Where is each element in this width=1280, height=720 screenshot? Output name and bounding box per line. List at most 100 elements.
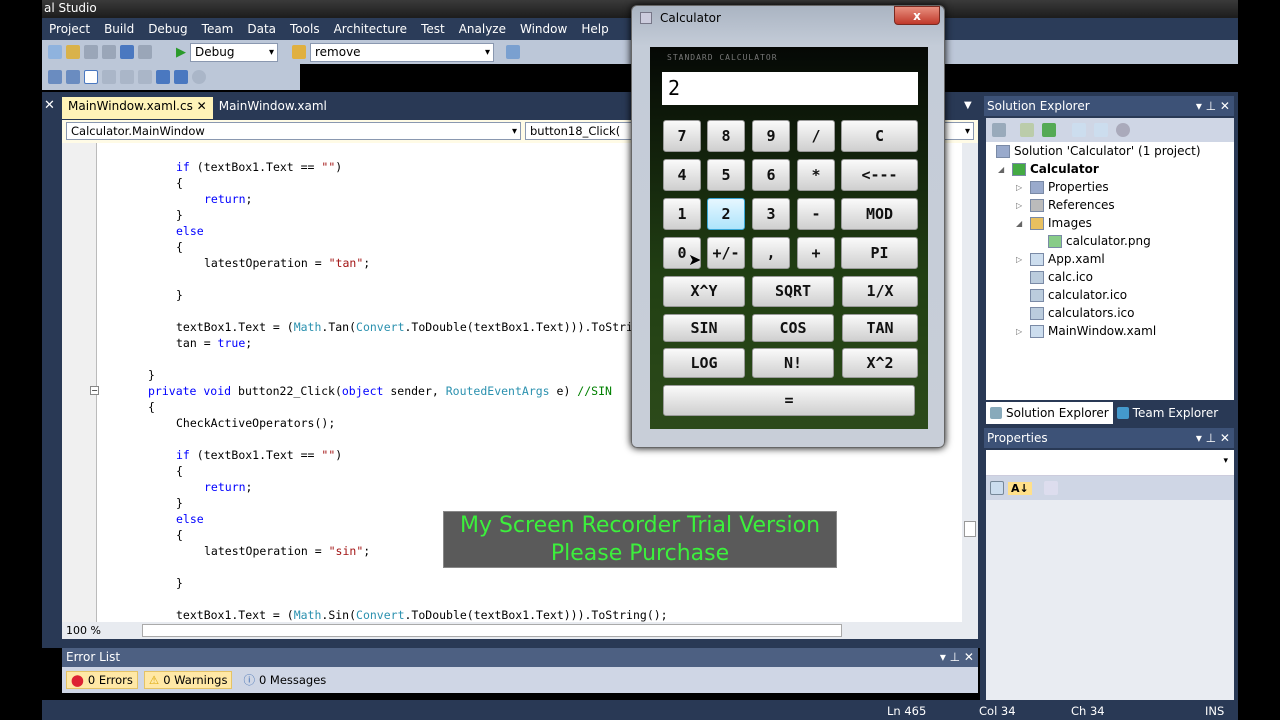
- expander-icon[interactable]: ▷: [1016, 201, 1026, 210]
- comment-icon[interactable]: [66, 70, 80, 84]
- calc-key[interactable]: 9: [752, 120, 790, 152]
- menu-tools[interactable]: Tools: [283, 22, 327, 36]
- pane-controls[interactable]: ▾ ⊥ ✕: [1196, 96, 1230, 116]
- navigate-forward-icon[interactable]: [138, 45, 152, 59]
- tab-mainwindow-xaml-cs[interactable]: MainWindow.xaml.cs ✕: [62, 97, 213, 119]
- paste-icon[interactable]: [66, 45, 80, 59]
- menu-data[interactable]: Data: [240, 22, 283, 36]
- menu-debug[interactable]: Debug: [141, 22, 194, 36]
- indent-right-icon[interactable]: [174, 70, 188, 84]
- tree-item[interactable]: calculator.png: [1034, 234, 1151, 248]
- calc-key[interactable]: 5: [707, 159, 745, 191]
- calc-key[interactable]: N!: [752, 348, 834, 378]
- class-combo[interactable]: Calculator.MainWindow: [66, 122, 521, 140]
- errors-filter-button[interactable]: ⬤ 0 Errors: [66, 671, 138, 689]
- menu-architecture[interactable]: Architecture: [327, 22, 414, 36]
- hscroll-thumb[interactable]: [142, 624, 842, 637]
- expander-icon[interactable]: ▷: [1016, 327, 1026, 336]
- calc-key[interactable]: SIN: [663, 314, 745, 342]
- expander-icon[interactable]: ◢: [998, 165, 1008, 174]
- menu-test[interactable]: Test: [414, 22, 452, 36]
- redo-icon[interactable]: [102, 45, 116, 59]
- tab-mainwindow-xaml[interactable]: MainWindow.xaml: [213, 97, 333, 119]
- properties-object-combo[interactable]: ▾: [986, 450, 1234, 476]
- tree-item[interactable]: ◢ Calculator: [998, 162, 1099, 176]
- calc-key[interactable]: 2: [707, 198, 745, 230]
- calc-key[interactable]: 1: [663, 198, 701, 230]
- find-combo[interactable]: remove: [310, 42, 494, 62]
- calc-key[interactable]: 4: [663, 159, 701, 191]
- calc-key[interactable]: TAN: [842, 314, 918, 342]
- alphabetical-icon[interactable]: A↓: [1008, 481, 1032, 495]
- vertical-scrollbar[interactable]: [962, 143, 978, 622]
- tree-item[interactable]: ◢ Images: [1016, 216, 1092, 230]
- close-tab-icon[interactable]: ✕: [197, 99, 207, 113]
- calc-key[interactable]: <---: [841, 159, 918, 191]
- zoom-level[interactable]: 100 %: [62, 624, 122, 637]
- calc-key[interactable]: +: [797, 237, 835, 269]
- menu-help[interactable]: Help: [574, 22, 615, 36]
- calc-key[interactable]: *: [797, 159, 835, 191]
- scroll-thumb[interactable]: [964, 521, 976, 537]
- messages-filter-button[interactable]: ⓘ 0 Messages: [238, 670, 331, 690]
- view-designer-icon[interactable]: [1094, 123, 1108, 137]
- tree-item[interactable]: calculator.ico: [1016, 288, 1127, 302]
- menu-build[interactable]: Build: [97, 22, 141, 36]
- refresh-icon[interactable]: [1042, 123, 1056, 137]
- close-icon[interactable]: ✕: [44, 98, 55, 113]
- tree-item[interactable]: calc.ico: [1016, 270, 1093, 284]
- calc-key[interactable]: 3: [752, 198, 790, 230]
- calc-key[interactable]: 6: [752, 159, 790, 191]
- calc-key[interactable]: =: [663, 385, 915, 416]
- calculator-display[interactable]: 2: [662, 72, 918, 105]
- menu-window[interactable]: Window: [513, 22, 574, 36]
- calc-key[interactable]: X^2: [842, 348, 918, 378]
- calc-key[interactable]: PI: [841, 237, 918, 269]
- calc-key[interactable]: SQRT: [752, 276, 834, 307]
- property-pages-icon[interactable]: [1043, 481, 1058, 495]
- pane-controls[interactable]: ▾ ⊥ ✕: [940, 648, 974, 667]
- tree-item[interactable]: Solution 'Calculator' (1 project): [996, 144, 1201, 158]
- tree-item[interactable]: ▷ References: [1016, 198, 1115, 212]
- pane-controls[interactable]: ▾ ⊥ ✕: [1196, 428, 1230, 448]
- find-icon[interactable]: [192, 70, 206, 84]
- tree-item[interactable]: ▷ App.xaml: [1016, 252, 1105, 266]
- calc-key[interactable]: MOD: [841, 198, 918, 230]
- undo-icon[interactable]: [84, 45, 98, 59]
- bookmark-icon[interactable]: [84, 70, 98, 84]
- calc-key[interactable]: ,: [752, 237, 790, 269]
- tree-item[interactable]: calculators.ico: [1016, 306, 1135, 320]
- tree-item[interactable]: ▷ MainWindow.xaml: [1016, 324, 1156, 338]
- indent-icon[interactable]: [48, 70, 62, 84]
- properties-icon[interactable]: [992, 123, 1006, 137]
- copy-icon[interactable]: [48, 45, 62, 59]
- tab-overflow-icon[interactable]: ▼: [964, 100, 972, 111]
- outdent-icon[interactable]: [156, 70, 170, 84]
- tab-solution-explorer[interactable]: Solution Explorer: [986, 402, 1113, 424]
- expander-icon[interactable]: ◢: [1016, 219, 1026, 228]
- close-button[interactable]: x: [894, 6, 940, 25]
- collapse-icon[interactable]: −: [90, 386, 99, 395]
- next-bookmark-icon[interactable]: [120, 70, 134, 84]
- calc-key[interactable]: C: [841, 120, 918, 152]
- clear-bookmark-icon[interactable]: [138, 70, 152, 84]
- warnings-filter-button[interactable]: ⚠ 0 Warnings: [143, 671, 233, 689]
- show-all-files-icon[interactable]: [1020, 123, 1034, 137]
- expander-icon[interactable]: ▷: [1016, 183, 1026, 192]
- calc-key[interactable]: X^Y: [663, 276, 745, 307]
- tab-team-explorer[interactable]: Team Explorer: [1113, 402, 1223, 424]
- horizontal-scrollbar[interactable]: 100 %: [62, 622, 978, 639]
- solution-explorer-icon[interactable]: [506, 45, 520, 59]
- expander-icon[interactable]: ▷: [1016, 255, 1026, 264]
- navigate-icon[interactable]: [120, 45, 134, 59]
- calc-key[interactable]: -: [797, 198, 835, 230]
- calc-key[interactable]: 7: [663, 120, 701, 152]
- solution-configuration-combo[interactable]: Debug: [190, 42, 278, 62]
- calc-key[interactable]: /: [797, 120, 835, 152]
- calc-key[interactable]: LOG: [663, 348, 745, 378]
- find-in-files-icon[interactable]: [292, 45, 306, 59]
- view-code-icon[interactable]: [1072, 123, 1086, 137]
- menu-analyze[interactable]: Analyze: [452, 22, 513, 36]
- calc-key[interactable]: +/-: [707, 237, 745, 269]
- calc-key[interactable]: 1/X: [842, 276, 918, 307]
